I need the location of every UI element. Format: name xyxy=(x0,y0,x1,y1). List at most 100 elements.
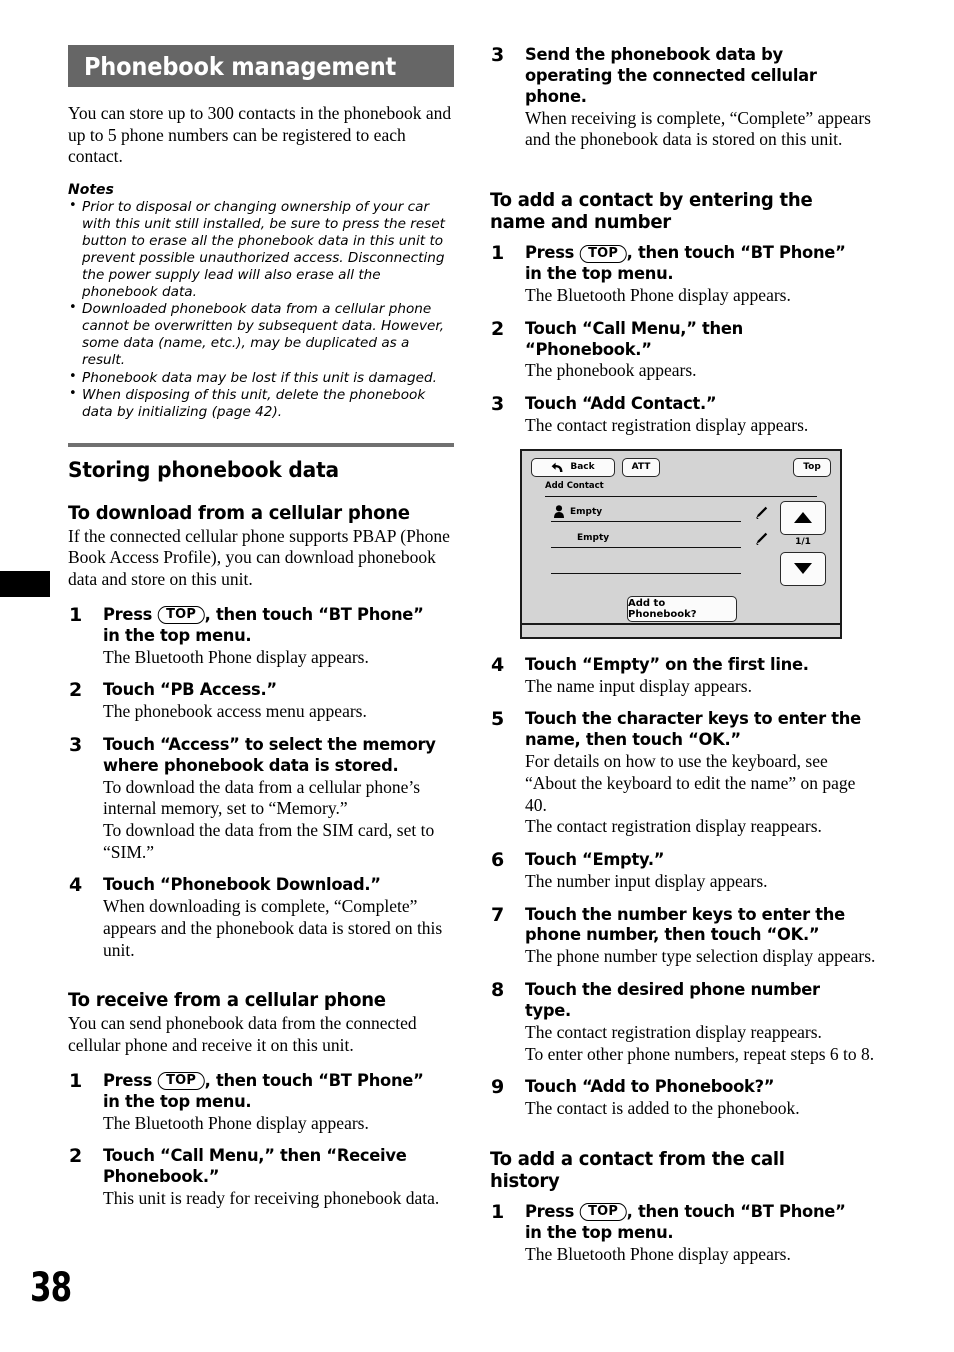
contact-name-value[interactable]: Empty xyxy=(570,507,602,517)
step-item: 4 Touch “Phonebook Download.” When downl… xyxy=(68,874,454,961)
step-body: When receiving is complete, “Complete” a… xyxy=(525,107,871,150)
scroll-down-button[interactable] xyxy=(780,551,826,586)
att-button[interactable]: ATT xyxy=(622,457,660,477)
contact-empty-row-underline xyxy=(551,572,741,575)
chapter-edge-tab xyxy=(0,571,50,597)
step-number: 1 xyxy=(69,603,83,626)
intro-paragraph: You can store up to 300 contacts in the … xyxy=(68,103,452,167)
step-title: Touch “Phonebook Download.” xyxy=(103,875,381,896)
step-body: The phonebook access menu appears. xyxy=(103,701,367,722)
step-title: Touch the desired phone number type. xyxy=(525,980,820,1021)
step-title-before: Press xyxy=(525,1201,580,1222)
step-item: 8 Touch the desired phone number type. T… xyxy=(490,979,876,1065)
chapter-title: Phonebook management xyxy=(84,51,397,81)
subheading-download: To download from a cellular phone xyxy=(68,501,410,524)
step-number: 9 xyxy=(491,1076,505,1099)
step-number: 3 xyxy=(69,733,83,756)
step-title: Press TOP, then touch “BT Phone” in the … xyxy=(525,1202,862,1244)
notes-list: Prior to disposal or changing ownership … xyxy=(68,198,454,421)
step-number: 3 xyxy=(491,393,505,416)
note-item: Phonebook data may be lost if this unit … xyxy=(68,369,454,387)
add-to-phonebook-button[interactable]: Add to Phonebook? xyxy=(627,595,737,622)
step-item: 5 Touch the character keys to enter the … xyxy=(490,708,876,838)
note-item: When disposing of this unit, delete the … xyxy=(68,386,454,421)
step-item: 9 Touch “Add to Phonebook?” The contact … xyxy=(490,1076,876,1120)
page-indicator: 1/1 xyxy=(795,536,811,547)
note-item: Downloaded phonebook data from a cellula… xyxy=(68,300,454,369)
step-title-before: Press xyxy=(103,604,158,625)
device-screen: Back ATT Top Add Contact Empty Empty 1/1… xyxy=(520,448,842,639)
step-item: 4 Touch “Empty” on the first line. The n… xyxy=(490,653,876,698)
att-button-label: ATT xyxy=(631,462,651,473)
step-number: 4 xyxy=(491,653,505,676)
contact-person-icon xyxy=(554,504,564,518)
step-item: 2 Touch “PB Access.” The phonebook acces… xyxy=(68,679,454,723)
section-heading-storing: Storing phonebook data xyxy=(68,457,339,482)
step-item: 1 Press TOP, then touch “BT Phone” in th… xyxy=(68,603,454,669)
back-button-label: Back xyxy=(570,462,595,473)
step-title-before: Press xyxy=(525,243,580,264)
step-body: This unit is ready for receiving phonebo… xyxy=(103,1188,440,1209)
step-body: To download the data from a cellular pho… xyxy=(103,776,435,862)
screen-title-divider xyxy=(545,495,817,498)
step-number: 7 xyxy=(491,903,505,926)
step-item: 3 Send the phonebook data by operating t… xyxy=(490,44,876,151)
step-title: Touch “Add to Phonebook?” xyxy=(525,1077,775,1098)
step-item: 2 Touch “Call Menu,” then “Phonebook.” T… xyxy=(490,317,876,383)
step-title: Press TOP, then touch “BT Phone” in the … xyxy=(103,605,440,647)
edit-pencil-icon[interactable] xyxy=(755,506,768,519)
step-body: The contact registration display appears… xyxy=(525,415,809,436)
step-title: Press TOP, then touch “BT Phone” in the … xyxy=(525,243,862,285)
step-item: 1 Press TOP, then touch “BT Phone” in th… xyxy=(490,1201,876,1266)
step-body: The Bluetooth Phone display appears. xyxy=(525,1243,791,1264)
step-number: 1 xyxy=(69,1069,83,1092)
steps-receive: 1 Press TOP, then touch “BT Phone” in th… xyxy=(68,1069,454,1210)
edit-pencil-icon[interactable] xyxy=(755,532,768,545)
top-button[interactable]: Top xyxy=(793,457,831,477)
step-item: 3 Touch “Access” to select the memory wh… xyxy=(68,733,454,864)
step-item: 3 Touch “Add Contact.” The contact regis… xyxy=(490,393,876,437)
step-body: The contact registration display reappea… xyxy=(525,1021,875,1064)
step-body: The number input display appears. xyxy=(525,870,768,891)
step-body: For details on how to use the keyboard, … xyxy=(525,751,856,837)
step-title: Touch “Add Contact.” xyxy=(525,394,717,415)
step-number: 2 xyxy=(69,679,83,702)
contact-number-value[interactable]: Empty xyxy=(577,533,609,543)
step-title: Touch “Empty.” xyxy=(525,849,665,870)
top-key-icon: TOP xyxy=(579,244,627,263)
screen-bottom-strip xyxy=(522,622,840,637)
step-title: Touch the character keys to enter the na… xyxy=(525,709,861,751)
scroll-up-button[interactable] xyxy=(780,500,826,535)
back-button[interactable]: Back xyxy=(531,457,615,477)
contact-registration-figure: Back ATT Top Add Contact Empty Empty 1/1… xyxy=(520,448,842,639)
step-item: 2 Touch “Call Menu,” then “Receive Phone… xyxy=(68,1145,454,1210)
step-body: The name input display appears. xyxy=(525,675,752,696)
right-column: 3 Send the phonebook data by operating t… xyxy=(490,44,876,1277)
note-item: Prior to disposal or changing ownership … xyxy=(68,198,454,301)
steps-download: 1 Press TOP, then touch “BT Phone” in th… xyxy=(68,603,454,962)
step-title: Send the phonebook data by operating the… xyxy=(525,45,817,107)
step-body: When downloading is complete, “Complete”… xyxy=(103,896,443,960)
step-title: Press TOP, then touch “BT Phone” in the … xyxy=(103,1071,440,1113)
subheading-call-history: To add a contact from the call history xyxy=(490,1147,785,1192)
screen-title-label: Add Contact xyxy=(545,480,604,491)
step-title: Touch “Call Menu,” then “Phonebook.” xyxy=(525,318,743,360)
step-body: The Bluetooth Phone display appears. xyxy=(525,284,791,305)
step-number: 3 xyxy=(491,44,505,66)
step-title: Touch “PB Access.” xyxy=(103,680,277,701)
step-number: 2 xyxy=(491,317,505,340)
top-key-icon: TOP xyxy=(579,1203,627,1222)
step-body: The Bluetooth Phone display appears. xyxy=(103,1112,369,1133)
left-column: Phonebook management You can store up to… xyxy=(68,45,454,1222)
notes-label: Notes xyxy=(68,182,114,199)
step-body: The contact is added to the phonebook. xyxy=(525,1098,800,1119)
step-item: 6 Touch “Empty.” The number input displa… xyxy=(490,849,876,893)
add-to-phonebook-label: Add to Phonebook? xyxy=(628,597,697,620)
page-number: 38 xyxy=(30,1265,72,1311)
step-title-before: Press xyxy=(103,1070,158,1091)
step-number: 2 xyxy=(69,1145,83,1168)
steps-receive-continued: 3 Send the phonebook data by operating t… xyxy=(490,44,876,151)
step-title: Touch “Call Menu,” then “Receive Phonebo… xyxy=(103,1146,407,1188)
step-item: 1 Press TOP, then touch “BT Phone” in th… xyxy=(490,242,876,307)
top-button-label: Top xyxy=(803,462,821,473)
